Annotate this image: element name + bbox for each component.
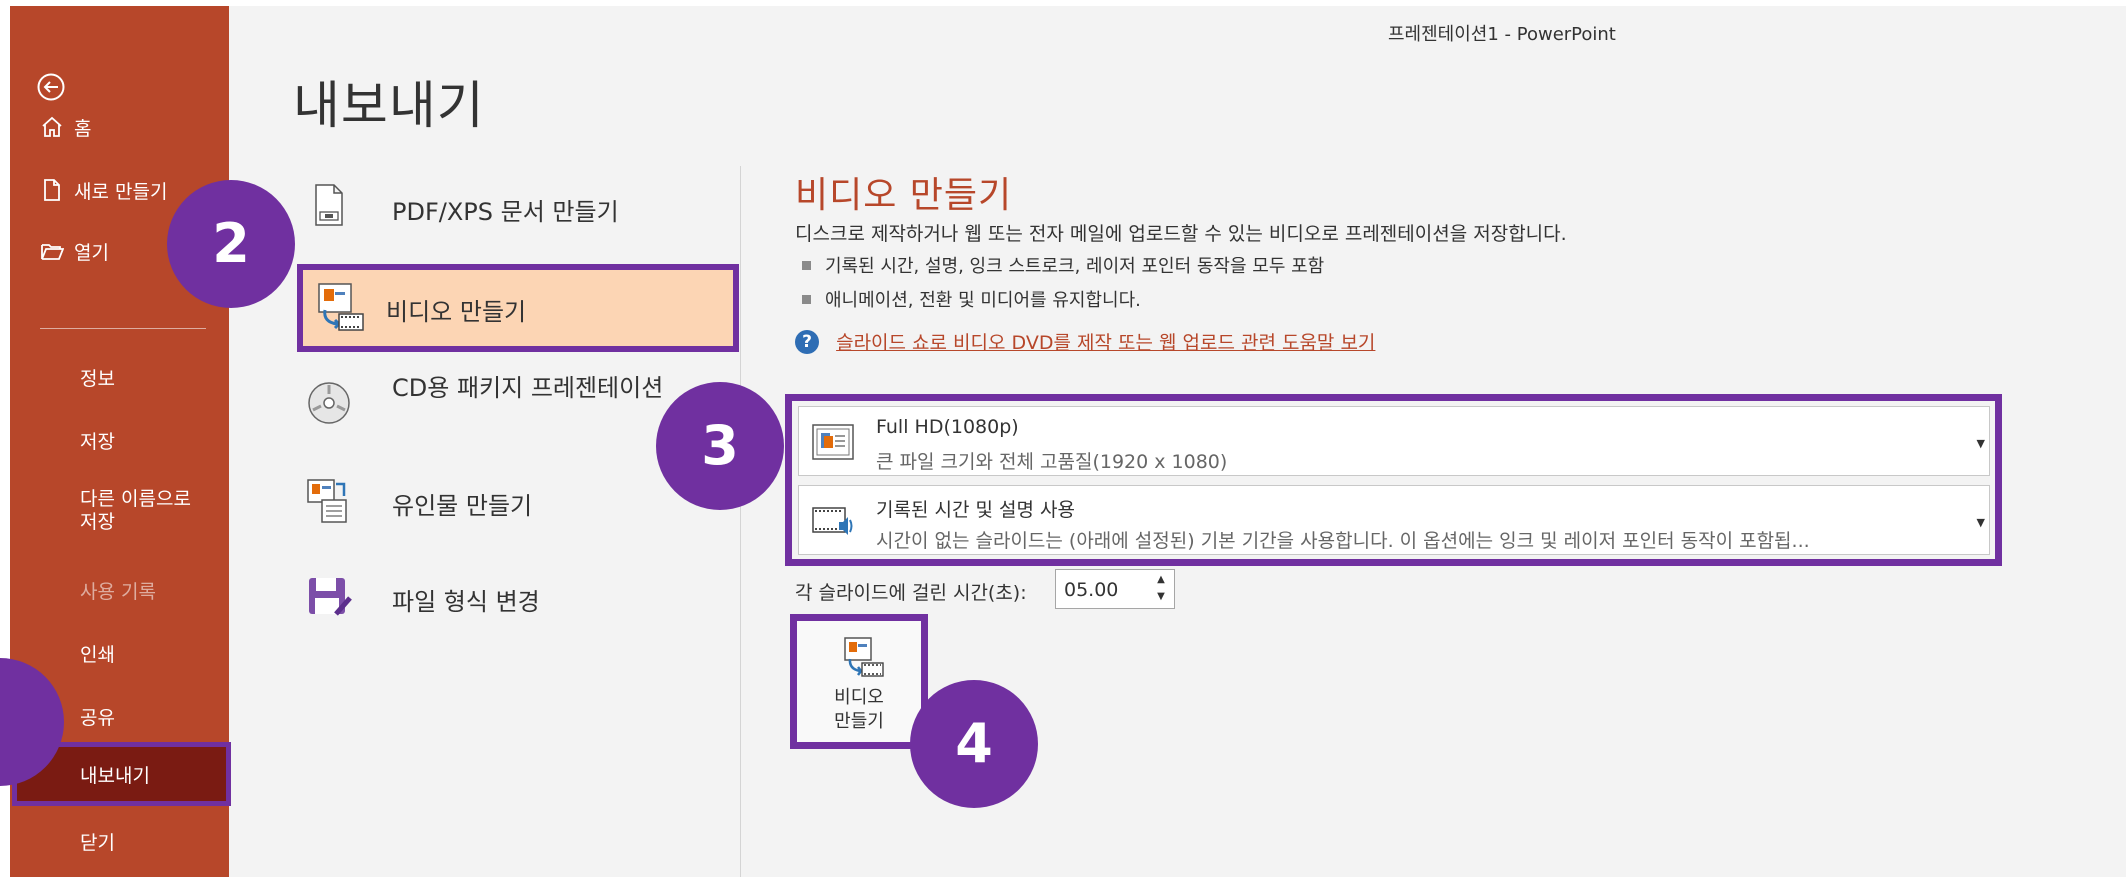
powerpoint-window: 프레젠테이션1 - PowerPoint 홈 새로 만들기 열기 정보 저장 다… [10,6,2126,877]
nav-label: 열기 [74,242,109,264]
option-change-file-type[interactable]: 파일 형식 변경 [306,574,736,624]
detail-title: 비디오 만들기 [795,175,1013,216]
create-video-label: 비디오 만들기 [834,687,884,732]
nav-label: 새로 만들기 [74,181,168,203]
dropdown-title: 기록된 시간 및 설명 사용 [876,499,1075,521]
detail-bullet: 기록된 시간, 설명, 잉크 스트로크, 레이저 포인터 동작을 모두 포함 [802,252,1324,278]
nav-label: 닫기 [80,832,115,854]
page-title: 내보내기 [293,77,485,136]
seconds-per-slide-label: 각 슬라이드에 걸린 시간(초): [795,582,1027,604]
bullet-text: 기록된 시간, 설명, 잉크 스트로크, 레이저 포인터 동작을 모두 포함 [825,256,1325,277]
nav-label: 저장 [80,431,115,453]
new-document-icon [44,179,60,201]
dropdown-subtitle: 시간이 없는 슬라이드는 (아래에 설정된) 기본 기간을 사용합니다. 이 옵… [876,530,1810,552]
nav-label: 정보 [80,368,115,390]
chevron-down-icon: ▼ [1976,516,1985,529]
nav-label: 공유 [80,707,115,729]
option-label: 파일 형식 변경 [392,588,540,616]
cd-icon [308,382,350,424]
option-create-video[interactable]: 비디오 만들기 [297,264,739,352]
spinner-up-icon[interactable]: ▲ [1154,573,1168,587]
open-folder-icon [41,244,64,260]
seconds-per-slide-input[interactable] [1062,576,1150,604]
narration-film-icon [812,507,853,535]
option-label: 유인물 만들기 [392,492,533,520]
nav-label: 내보내기 [80,765,150,787]
detail-description: 디스크로 제작하거나 웹 또는 전자 메일에 업로드할 수 있는 비디오로 프레… [795,223,1567,245]
option-label: CD용 패키지 프레젠테이션 [392,374,664,402]
timing-dropdown[interactable]: 기록된 시간 및 설명 사용 시간이 없는 슬라이드는 (아래에 설정된) 기본… [798,485,1990,555]
bullet-text: 애니메이션, 전환 및 미디어를 유지합니다. [825,290,1141,311]
nav-label: 다른 이름으로 저장 [80,488,191,533]
home-icon [42,116,62,137]
bullet-square [802,294,811,304]
save-as-floppy-icon [309,578,352,616]
option-create-pdf[interactable]: PDF/XPS 문서 만들기 [306,182,736,232]
dropdown-title: Full HD(1080p) [876,416,1019,438]
step-marker-2: 2 [167,180,295,308]
spinner-down-icon[interactable]: ▼ [1154,590,1168,604]
create-video-button[interactable]: 비디오 만들기 [790,614,928,749]
nav-label: 인쇄 [80,644,115,666]
help-question-icon: ? [795,329,819,354]
panel-divider [740,166,741,877]
nav-label: 홈 [74,118,92,140]
video-settings-group: Full HD(1080p) 큰 파일 크기와 전체 고품질(1920 x 10… [785,394,2002,566]
video-icon [844,637,884,677]
option-label: 비디오 만들기 [386,298,527,326]
seconds-per-slide-spinner[interactable]: ▲ ▼ [1055,569,1175,609]
presentation-quality-icon [812,424,854,460]
window-title: 프레젠테이션1 - PowerPoint [1388,24,1616,45]
handout-icon [307,479,347,523]
help-link[interactable]: 슬라이드 쇼로 비디오 DVD를 제작 또는 웹 업로드 관련 도움말 보기 [836,332,1375,354]
nav-item-home[interactable]: 홈 [10,114,229,144]
dropdown-subtitle: 큰 파일 크기와 전체 고품질(1920 x 1080) [876,451,1228,473]
quality-dropdown[interactable]: Full HD(1080p) 큰 파일 크기와 전체 고품질(1920 x 10… [798,406,1990,476]
detail-bullet: 애니메이션, 전환 및 미디어를 유지합니다. [802,286,1141,312]
nav-divider [40,328,206,329]
help-row: ? 슬라이드 쇼로 비디오 DVD를 제작 또는 웹 업로드 관련 도움말 보기 [795,328,1375,355]
video-icon [318,283,364,331]
back-arrow-icon[interactable] [36,72,66,102]
option-label: PDF/XPS 문서 만들기 [392,198,619,226]
chevron-down-icon: ▼ [1976,437,1985,450]
nav-label: 사용 기록 [80,581,156,603]
step-marker-4: 4 [910,680,1038,808]
pdf-document-icon [315,184,343,226]
bullet-square [802,260,811,270]
step-marker-3: 3 [656,382,784,510]
